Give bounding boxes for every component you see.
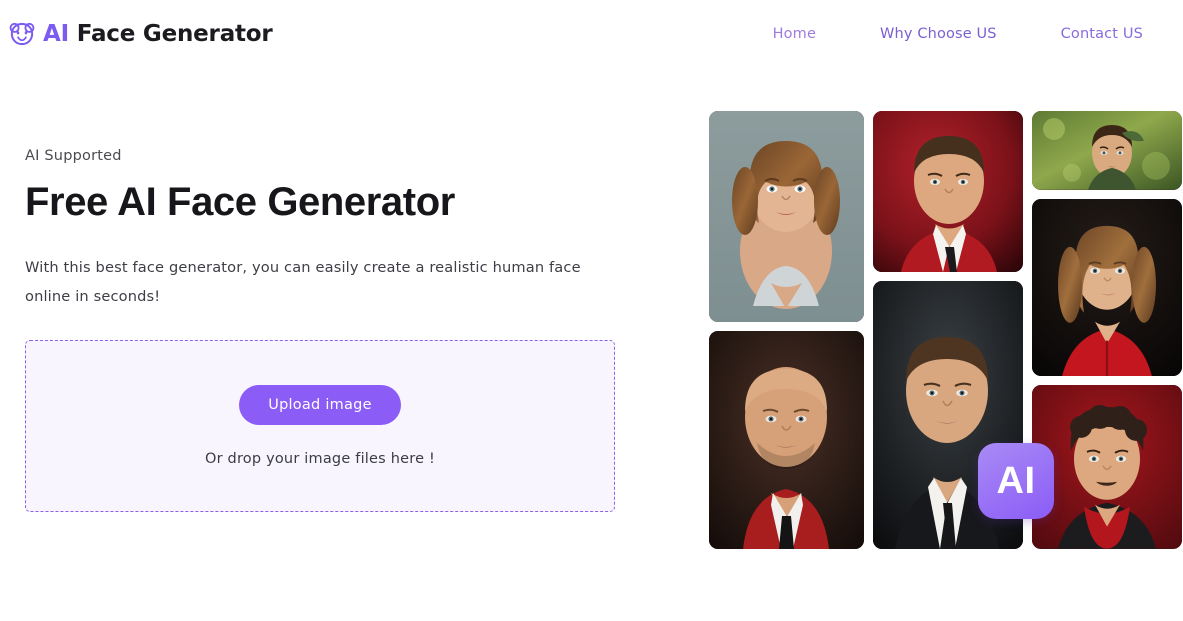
brand-title: AI Face Generator [43,20,273,47]
hero-eyebrow: AI Supported [25,148,122,164]
gallery-column-3 [1032,111,1182,549]
hero-subtext: With this best face generator, you can e… [25,258,581,306]
dropzone-hint-text: Or drop your image files here ! [204,451,436,468]
gallery-image-portrait-man-curly-red-shirt[interactable] [1032,385,1182,549]
brand-title-rest: Face Generator [68,20,273,47]
nav-item-home[interactable]: Home [773,26,816,42]
main-navigation: Home Why Choose US Contact US [773,26,1143,42]
hero-section: AI Supported Free AI Face Generator With… [25,148,625,312]
bear-face-icon [8,20,36,48]
nav-item-contact[interactable]: Contact US [1061,26,1143,42]
gallery-image-portrait-fantasy-young-man[interactable] [1032,111,1182,190]
page-title: Free AI Face Generator [25,180,455,224]
gallery-image-portrait-woman-curly-hair[interactable] [709,111,864,322]
ai-badge: AI [978,443,1054,519]
gallery-image-portrait-man-red-background[interactable] [873,111,1023,272]
image-dropzone[interactable]: Upload image Or drop your image files he… [25,340,615,512]
nav-item-why-choose[interactable]: Why Choose US [880,26,997,42]
gallery-image-portrait-bald-man-red-jacket[interactable] [709,331,864,549]
brand-logo[interactable]: AI Face Generator [8,20,273,48]
brand-title-accent: AI [43,20,69,47]
site-header: AI Face Generator Home Why Choose US Con… [0,0,1183,68]
gallery-column-1 [709,111,864,549]
upload-image-button[interactable]: Upload image [239,384,401,426]
gallery-image-portrait-woman-red-blouse[interactable] [1032,198,1182,377]
sample-faces-gallery [709,111,1182,549]
